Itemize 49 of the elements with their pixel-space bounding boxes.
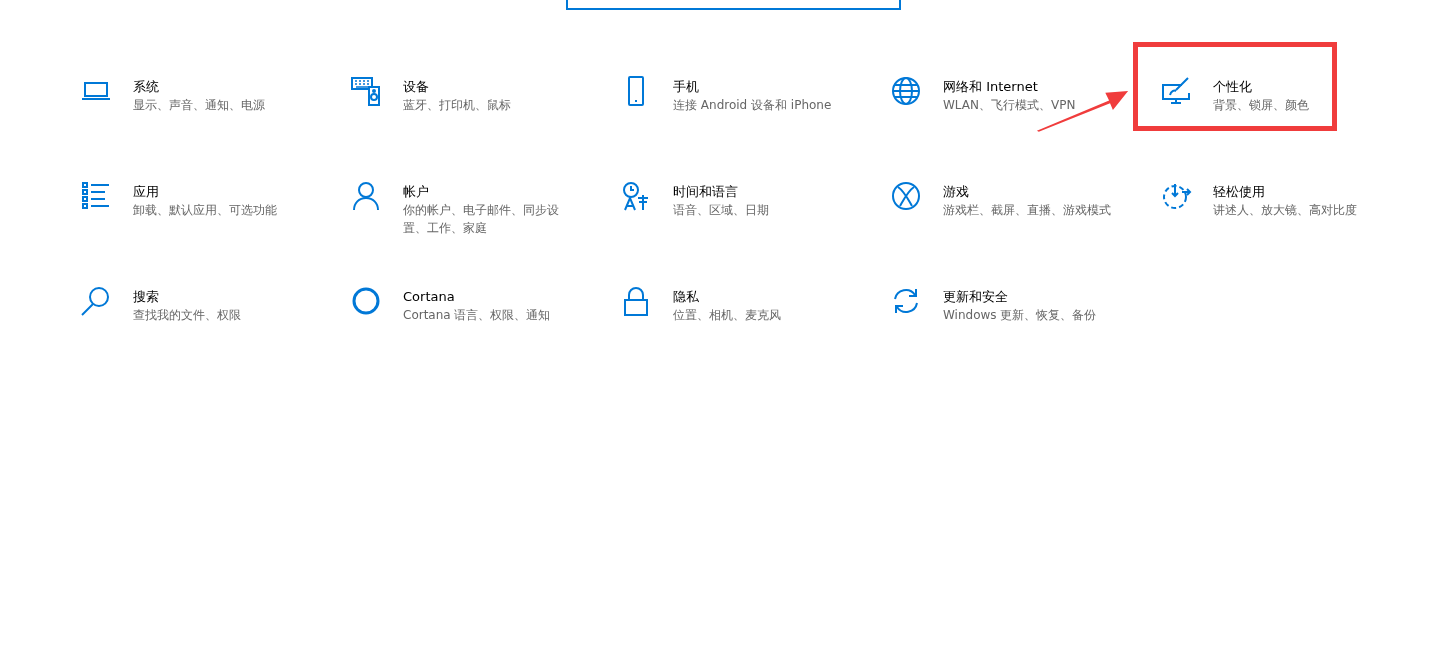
tile-title: 更新和安全 <box>943 288 1009 306</box>
settings-tile[interactable]: 游戏 游戏栏、截屏、直播、游戏模式 <box>890 180 1160 219</box>
tile-title: 个性化 <box>1213 78 1253 96</box>
tile-description: Windows 更新、恢复、备份 <box>943 307 1098 324</box>
tile-title: 轻松使用 <box>1213 183 1266 201</box>
tile-description: 语音、区域、日期 <box>673 202 770 219</box>
settings-tile[interactable]: 网络和 Internet WLAN、飞行模式、VPN <box>890 75 1160 114</box>
tile-title: 游戏 <box>943 183 970 201</box>
tile-title: 手机 <box>673 78 700 96</box>
settings-tile[interactable]: 应用 卸载、默认应用、可选功能 <box>80 180 350 219</box>
monitor-brush-icon <box>1160 75 1192 107</box>
settings-tile[interactable]: Cortana Cortana 语言、权限、通知 <box>350 285 620 324</box>
tile-title: 搜索 <box>133 288 160 306</box>
tile-description: WLAN、飞行模式、VPN <box>943 97 1077 114</box>
tile-description: 显示、声音、通知、电源 <box>133 97 266 114</box>
search-icon <box>80 285 112 317</box>
tile-description: 连接 Android 设备和 iPhone <box>673 97 833 114</box>
tile-title: 时间和语言 <box>673 183 739 201</box>
ring-icon <box>350 285 382 317</box>
tile-description: 查找我的文件、权限 <box>133 307 242 324</box>
tile-description: 卸载、默认应用、可选功能 <box>133 202 278 219</box>
person-icon <box>350 180 382 212</box>
settings-tile[interactable]: 时间和语言 语音、区域、日期 <box>620 180 890 219</box>
tile-description: 背景、锁屏、颜色 <box>1213 97 1310 114</box>
settings-tile[interactable]: 更新和安全 Windows 更新、恢复、备份 <box>890 285 1160 324</box>
tile-description: 位置、相机、麦克风 <box>673 307 782 324</box>
tile-title: 设备 <box>403 78 430 96</box>
tile-title: 网络和 Internet <box>943 78 1039 96</box>
keyboard-speaker-icon <box>350 75 382 107</box>
settings-tile[interactable]: 帐户 你的帐户、电子邮件、同步设置、工作、家庭 <box>350 180 620 237</box>
settings-tile[interactable]: 搜索 查找我的文件、权限 <box>80 285 350 324</box>
settings-tile[interactable]: 系统 显示、声音、通知、电源 <box>80 75 350 114</box>
settings-tile[interactable]: 手机 连接 Android 设备和 iPhone <box>620 75 890 114</box>
settings-tile[interactable]: 设备 蓝牙、打印机、鼠标 <box>350 75 620 114</box>
tile-description: Cortana 语言、权限、通知 <box>403 307 552 324</box>
list-icon <box>80 180 112 212</box>
settings-tile[interactable]: 隐私 位置、相机、麦克风 <box>620 285 890 324</box>
tile-title: 隐私 <box>673 288 700 306</box>
tile-title: 应用 <box>133 183 160 201</box>
tile-description: 讲述人、放大镜、高对比度 <box>1213 202 1358 219</box>
globe-icon <box>890 75 922 107</box>
tile-description: 游戏栏、截屏、直播、游戏模式 <box>943 202 1112 219</box>
tile-title: 系统 <box>133 78 160 96</box>
tile-title: Cortana <box>403 288 456 306</box>
settings-tile[interactable]: 轻松使用 讲述人、放大镜、高对比度 <box>1160 180 1430 219</box>
settings-tile[interactable]: 个性化 背景、锁屏、颜色 <box>1160 75 1430 114</box>
tile-title: 帐户 <box>403 183 430 201</box>
tile-description: 你的帐户、电子邮件、同步设置、工作、家庭 <box>403 202 560 237</box>
tile-description: 蓝牙、打印机、鼠标 <box>403 97 512 114</box>
